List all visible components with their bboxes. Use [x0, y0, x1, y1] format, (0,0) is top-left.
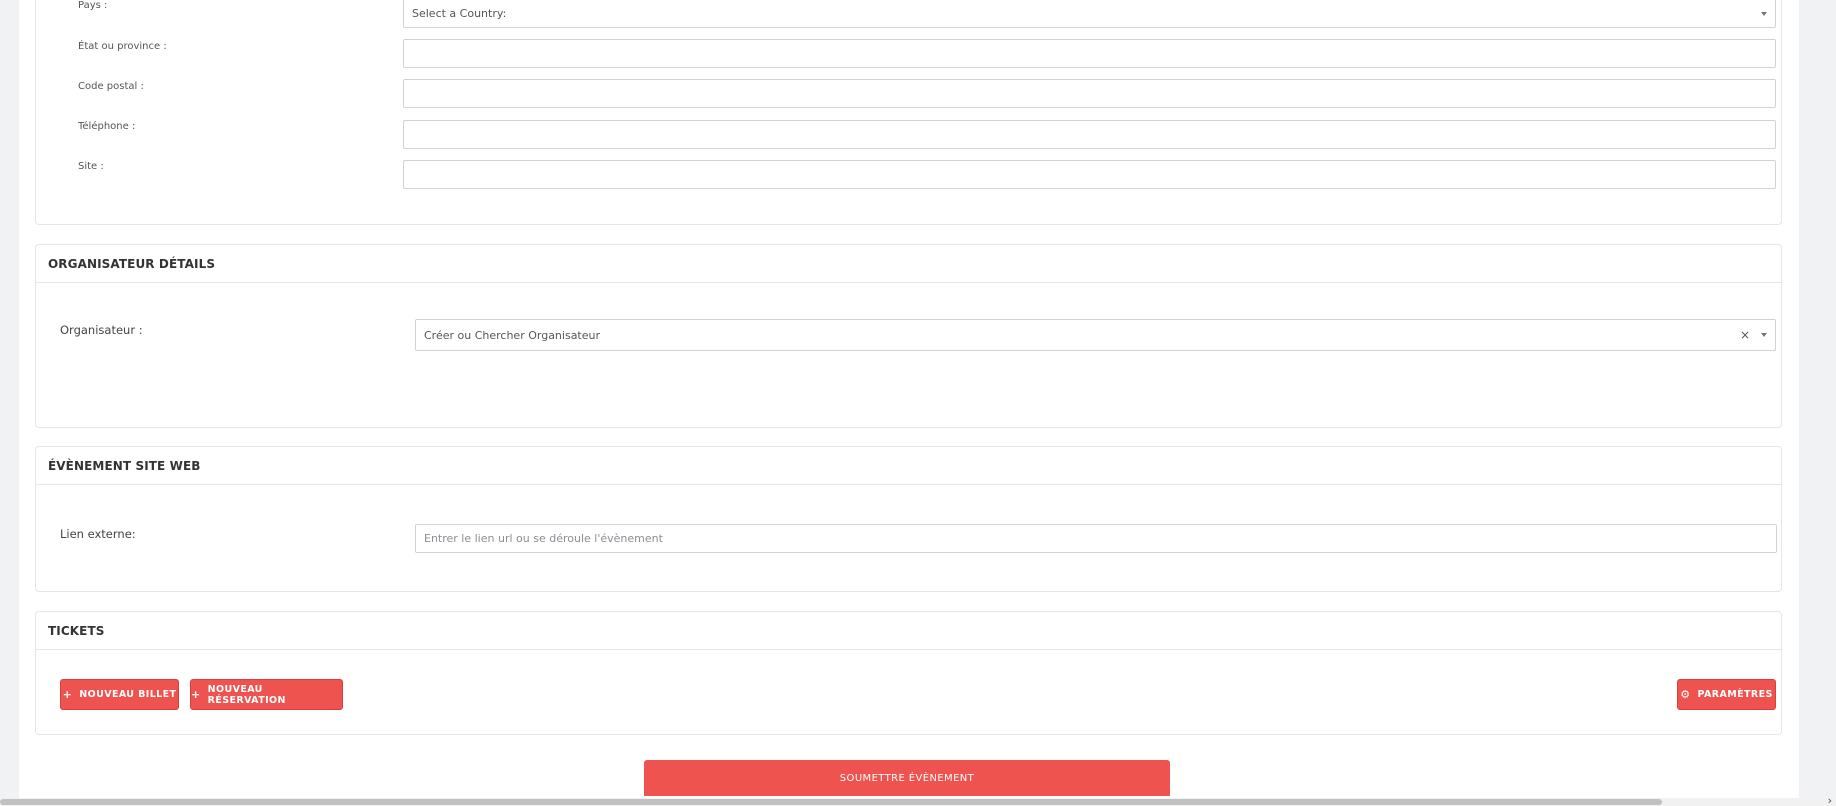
country-label: Pays : [78, 0, 108, 11]
postal-code-label: Code postal : [78, 81, 144, 92]
tickets-card-title: TICKETS [36, 612, 1781, 650]
submit-event-button[interactable]: SOUMETTRE ÉVÈNEMENT [644, 760, 1170, 796]
plus-icon: + [62, 688, 73, 701]
external-link-placeholder: Entrer le lien url ou se déroule l'évène… [424, 532, 663, 545]
page-content: Pays : Select a Country: État ou provinc… [19, 0, 1799, 806]
organizer-label: Organisateur : [60, 323, 143, 337]
settings-button[interactable]: ⚙ PARAMÈTRES [1677, 679, 1776, 710]
clear-icon[interactable]: × [1740, 329, 1750, 341]
website-card: ÉVÈNEMENT SITE WEB Lien externe: Entrer … [35, 446, 1782, 592]
new-ticket-label: NOUVEAU BILLET [79, 689, 177, 700]
address-card: Pays : Select a Country: État ou provinc… [35, 0, 1782, 225]
phone-label: Téléphone : [78, 121, 136, 132]
organizer-card: ORGANISATEUR DÉTAILS Organisateur : Crée… [35, 244, 1782, 428]
new-reservation-label: NOUVEAU RÉSERVATION [207, 683, 286, 706]
organizer-select-value: Créer ou Chercher Organisateur [424, 328, 601, 342]
chevron-right-icon[interactable]: › [1828, 794, 1832, 806]
phone-input[interactable] [403, 120, 1776, 149]
plus-icon: + [191, 688, 201, 701]
country-select[interactable]: Select a Country: [403, 0, 1776, 28]
new-ticket-button[interactable]: + NOUVEAU BILLET [60, 679, 179, 710]
chevron-down-icon [1761, 11, 1767, 16]
tickets-card: TICKETS + NOUVEAU BILLET + NOUVEAU RÉSER… [35, 611, 1782, 735]
site-input[interactable] [403, 160, 1776, 189]
organizer-select[interactable]: Créer ou Chercher Organisateur × [415, 319, 1776, 351]
website-card-title: ÉVÈNEMENT SITE WEB [36, 447, 1781, 485]
site-label: Site : [78, 161, 104, 172]
submit-event-label: SOUMETTRE ÉVÈNEMENT [839, 772, 975, 784]
gear-icon: ⚙ [1680, 688, 1691, 701]
new-reservation-button[interactable]: + NOUVEAU RÉSERVATION [190, 679, 343, 710]
country-select-value: Select a Country: [412, 7, 507, 20]
scrollbar-thumb[interactable] [0, 799, 1662, 805]
external-link-input[interactable]: Entrer le lien url ou se déroule l'évène… [415, 524, 1777, 553]
chevron-down-icon[interactable] [1761, 333, 1767, 337]
postal-code-input[interactable] [403, 79, 1776, 108]
settings-label: PARAMÈTRES [1697, 689, 1773, 700]
external-link-label: Lien externe: [60, 527, 136, 541]
state-label: État ou province : [78, 41, 167, 52]
organizer-card-title: ORGANISATEUR DÉTAILS [36, 245, 1781, 283]
state-input[interactable] [403, 39, 1776, 68]
horizontal-scrollbar[interactable]: › [0, 794, 1836, 806]
